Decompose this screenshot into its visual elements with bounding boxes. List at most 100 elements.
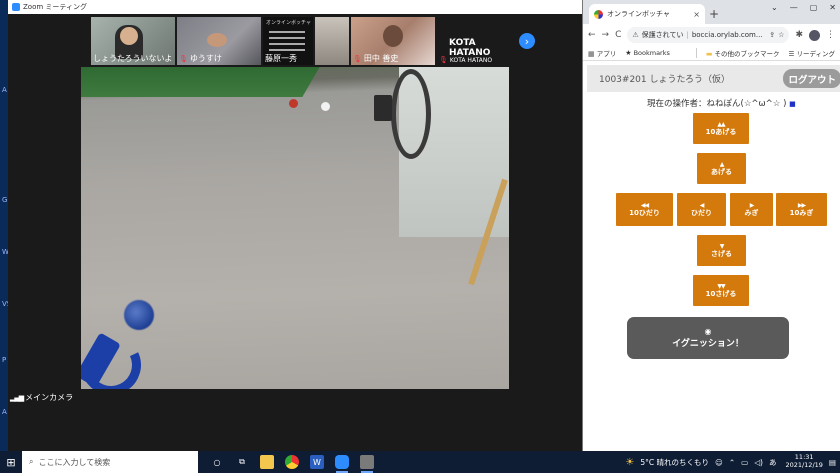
share-icon[interactable]: ⇪ (769, 31, 775, 39)
red-ball (289, 99, 298, 108)
ignition-button[interactable]: ◉ イグニッション！ (627, 317, 789, 359)
camera-label: ▂▄▆ メインカメラ (10, 393, 74, 402)
main-camera-video (81, 67, 509, 389)
logout-button[interactable]: ログアウト (783, 69, 840, 88)
network-icon[interactable]: ▭ (741, 458, 748, 467)
bookmark-star-icon[interactable]: ☆ (778, 31, 784, 39)
tab-online-boccia[interactable]: オンラインボッチャ × (589, 4, 705, 24)
shared-screen-line (269, 49, 305, 51)
word-icon[interactable]: W (310, 455, 324, 469)
boccia-app-icon[interactable] (360, 455, 374, 473)
zoom-window-title: Zoom ミーティング (23, 3, 87, 11)
signal-bars-icon: ▂▄▆ (10, 393, 24, 402)
tab-title: オンラインボッチャ (607, 10, 670, 18)
green-mat (81, 67, 320, 97)
file-explorer-icon[interactable] (260, 455, 274, 469)
zoom-titlebar: Zoom ミーティング (8, 0, 582, 14)
down-button[interactable]: ▼ さげる (697, 235, 746, 266)
double-down-arrow-icon: ▼▼ (717, 282, 725, 290)
participant-face (120, 27, 138, 45)
windows-taskbar: ⊞ ⌕ ここに入力して検索 ○ ⧉ W ☀ 5°C 晴れのちくもり ☺ ⌃ ▭ … (0, 451, 840, 473)
zoom-window: Zoom ミーティング しょうたろういないよ 🎙ゆうすけ オンラインボッチャ (8, 0, 582, 451)
participant-name: 🎙 ゆうすけ (179, 54, 222, 63)
system-tray: ☀ 5°C 晴れのちくもり ☺ ⌃ ▭ ◁) あ 11:31 2021/12/1… (625, 453, 840, 470)
reading-list-icon: ☰ (788, 50, 795, 58)
right-10-button[interactable]: ▶▶ 10みぎ (776, 193, 827, 226)
security-status: 保護されてい (641, 31, 684, 39)
person-icon[interactable]: ☺ (715, 458, 723, 467)
mic-muted-icon: 🎙 (353, 54, 362, 63)
bookmark-apps[interactable]: ▦ アプリ (588, 48, 616, 58)
ime-mode[interactable]: あ (769, 457, 777, 468)
participant-name: 🎙 田中 善史 (353, 54, 399, 63)
address-bar[interactable]: ⚠ 保護されてい | boccia.orylab.com... ⇪ ☆ (627, 27, 790, 43)
date-text: 2021/12/19 (785, 461, 823, 469)
star-icon: ★ (625, 49, 632, 57)
mic-muted-icon: 🎙 (179, 54, 188, 63)
up-button[interactable]: ▲ あげる (697, 153, 746, 184)
forward-icon[interactable]: → (602, 30, 610, 40)
tab-close-icon[interactable]: × (693, 10, 700, 19)
reload-icon[interactable]: C (615, 30, 621, 40)
shared-screen-line (269, 43, 305, 45)
bookmark-reading-list[interactable]: ☰ リーディング (789, 48, 835, 58)
zoom-app-icon[interactable] (335, 455, 349, 473)
down-10-button[interactable]: ▼▼ 10さげる (693, 275, 749, 306)
right-button[interactable]: ▶ みぎ (730, 193, 773, 226)
weather-text[interactable]: 5°C 晴れのちくもり (640, 457, 709, 468)
participant-tile[interactable] (315, 17, 349, 65)
windows-start-icon[interactable]: ⊞ (0, 451, 22, 473)
left-10-button[interactable]: ◀◀ 10ひだり (616, 193, 673, 226)
next-page-icon[interactable]: › (519, 33, 535, 49)
right-arrow-icon: ▶ (749, 201, 755, 209)
maximize-button[interactable]: ▢ (810, 3, 818, 12)
bookmarks-divider (695, 48, 697, 58)
participant-tile[interactable]: KOTA HATANO 🎙 KOTA HATANO (437, 17, 517, 65)
chrome-window: オンラインボッチャ × + ⌄ — ▢ ✕ ← → C ⚠ 保護されてい | b… (582, 0, 840, 451)
apps-grid-icon: ▦ (588, 50, 595, 58)
menu-kebab-icon[interactable]: ⋮ (826, 30, 835, 40)
mic-muted-icon: 🎙 (439, 56, 448, 64)
room-header: 1003#201 しょうたろう（仮） ログアウト (587, 65, 840, 92)
left-button[interactable]: ◀ ひだり (677, 193, 726, 226)
double-up-arrow-icon: ▲▲ (717, 120, 725, 128)
participant-name: 藤原一秀 (265, 54, 297, 63)
desktop: A G W VS P A Zoom ミーティング しょうたろういないよ 🎙 ゆうす… (0, 0, 840, 473)
bookmark-bookmarks[interactable]: ★ Bookmarks (625, 49, 670, 57)
participant-tile[interactable]: 🎙 ゆうすけ (177, 17, 261, 65)
blue-ball (124, 300, 154, 330)
current-operator: 現在の操作者：ねねぽん(☆^ω^☆ ) ■ (647, 99, 796, 109)
clock[interactable]: 11:31 2021/12/19 (785, 453, 823, 470)
new-tab-button[interactable]: + (705, 4, 723, 24)
taskbar-search[interactable]: ⌕ ここに入力して検索 (22, 451, 198, 473)
participant-name: 🎙 KOTA HATANO (439, 56, 493, 64)
tray-chevron-icon[interactable]: ⌃ (729, 458, 735, 467)
warning-icon: ⚠ (632, 31, 639, 39)
task-view-icon[interactable]: ⧉ (235, 455, 249, 469)
notification-icon[interactable]: ▤ (829, 458, 836, 467)
close-button[interactable]: ✕ (829, 3, 836, 12)
tab-strip: オンラインボッチャ × + ⌄ — ▢ ✕ (583, 0, 840, 24)
omnibox-divider: | (686, 31, 689, 39)
zoom-logo-icon (12, 3, 20, 11)
cortana-icon[interactable]: ○ (210, 455, 224, 469)
weather-sun-icon: ☀ (625, 456, 635, 468)
participant-tile[interactable]: しょうたろういないよ (91, 17, 175, 65)
up-10-button[interactable]: ▲▲ 10あげる (693, 113, 749, 144)
bookmark-other[interactable]: ▬ その他のブックマーク (706, 48, 780, 58)
shared-screen-line (269, 31, 305, 33)
favicon-icon (594, 9, 603, 19)
participant-tile[interactable]: 🎙 田中 善史 (351, 17, 435, 65)
taskbar-apps: ○ ⧉ W (198, 455, 374, 473)
back-icon[interactable]: ← (588, 30, 596, 40)
url-text: boccia.orylab.com... (691, 31, 763, 39)
double-left-arrow-icon: ◀◀ (640, 201, 649, 209)
minimize-button[interactable]: — (790, 3, 798, 12)
volume-icon[interactable]: ◁) (754, 458, 763, 467)
extensions-icon[interactable]: ✱ (795, 30, 803, 40)
tab-search-icon[interactable]: ⌄ (771, 3, 778, 12)
wheelchair (391, 69, 431, 159)
chrome-icon[interactable] (285, 455, 299, 469)
profile-avatar[interactable] (809, 29, 820, 41)
participant-tile[interactable]: オンラインボッチャ 藤原一秀 (263, 17, 313, 65)
